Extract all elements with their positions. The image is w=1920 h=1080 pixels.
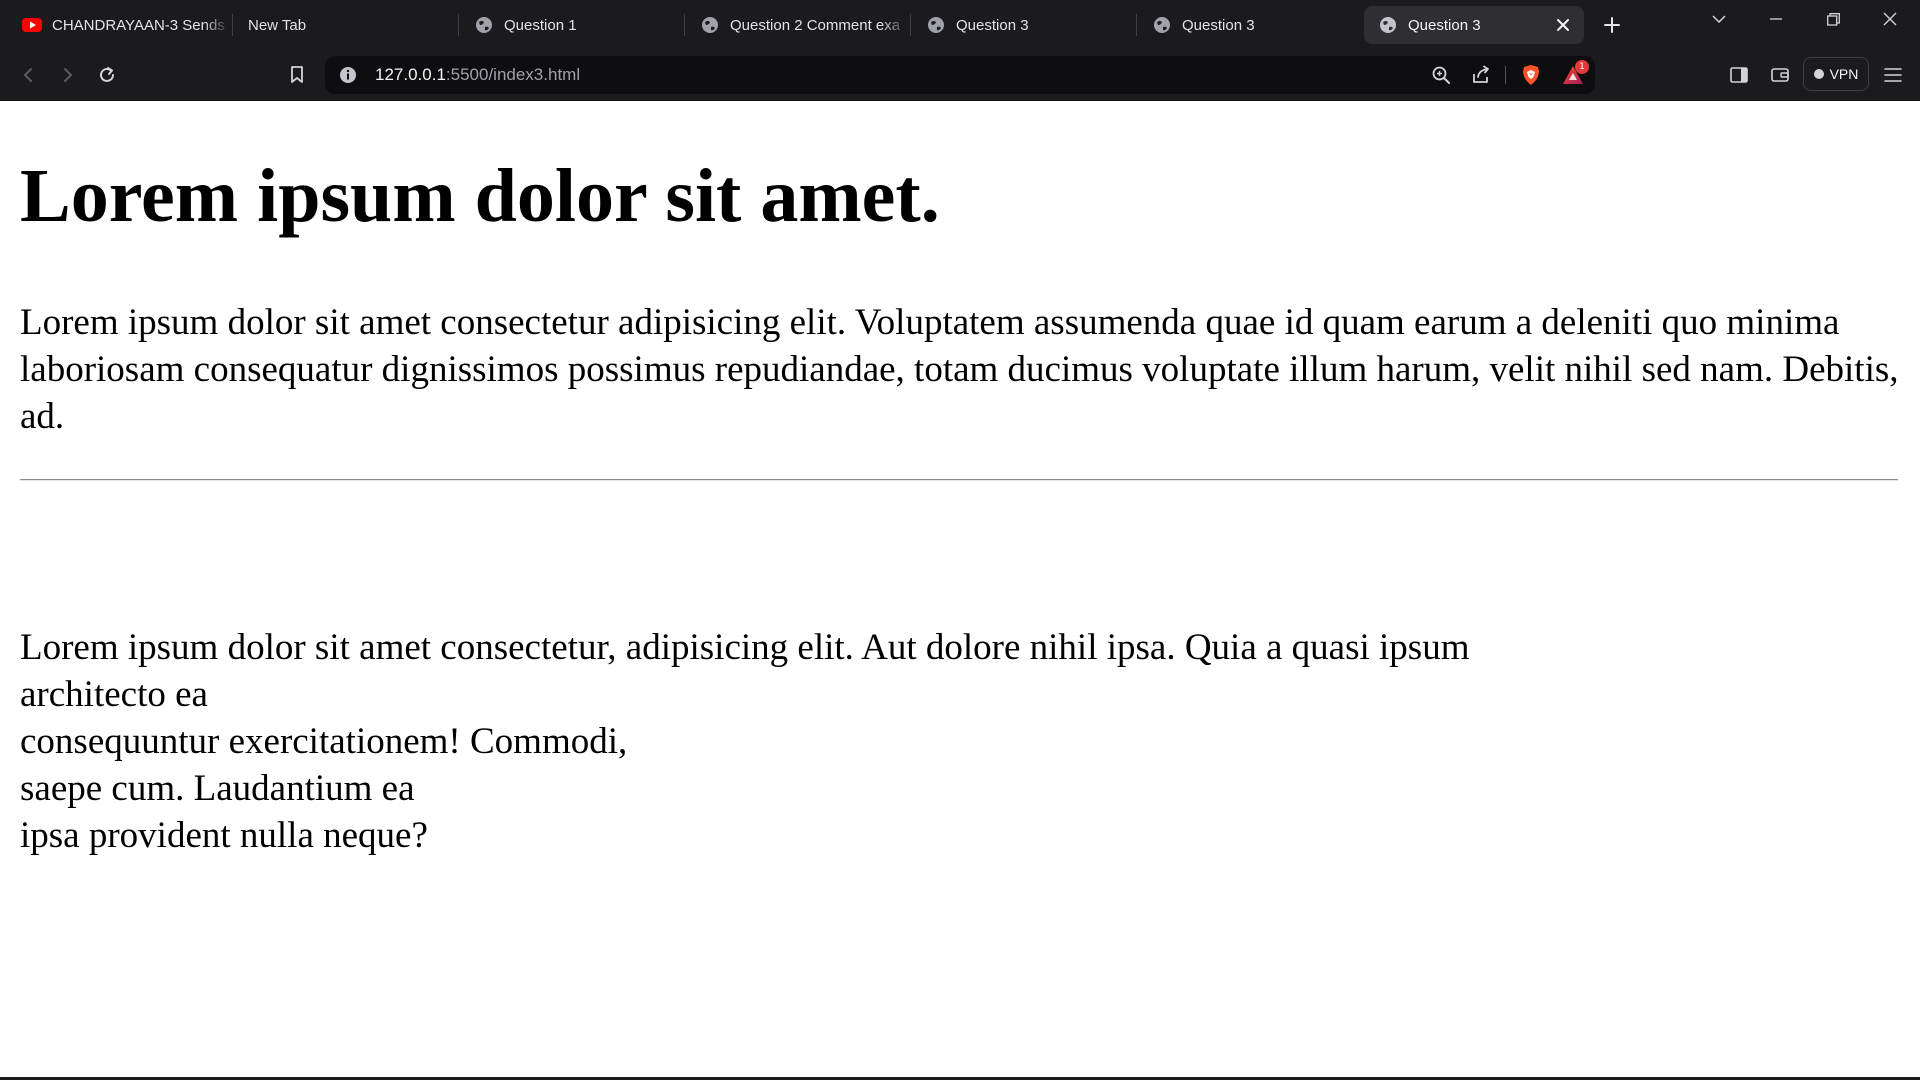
url-path: :5500/index3.html bbox=[445, 65, 581, 84]
close-tab-icon[interactable] bbox=[1552, 14, 1574, 36]
paragraph-1: Lorem ipsum dolor sit amet consectetur a… bbox=[20, 302, 1899, 437]
browser-toolbar: 127.0.0.1:5500/index3.html 1 VPN bbox=[0, 50, 1920, 101]
share-icon[interactable] bbox=[1471, 65, 1491, 85]
tab-separator bbox=[1136, 14, 1137, 36]
menu-icon[interactable] bbox=[1879, 61, 1907, 89]
globe-icon bbox=[1378, 15, 1398, 35]
forward-button[interactable] bbox=[54, 61, 82, 89]
paragraph-2-line: architecto ea bbox=[20, 674, 208, 715]
tab-new-tab[interactable]: New Tab bbox=[234, 6, 456, 44]
vpn-status-icon bbox=[1813, 69, 1824, 79]
tab-title: Question 3 bbox=[956, 16, 1029, 34]
tab-title: Question 3 bbox=[1408, 16, 1481, 34]
sidebar-toggle-icon[interactable] bbox=[1725, 61, 1753, 89]
restore-button[interactable] bbox=[1813, 4, 1853, 34]
paragraph-2: Lorem ipsum dolor sit amet consectetur, … bbox=[20, 624, 1470, 859]
vpn-label: VPN bbox=[1829, 66, 1859, 82]
tab-separator bbox=[458, 14, 459, 36]
tab-title: Question 1 bbox=[504, 16, 577, 34]
site-info-icon[interactable] bbox=[338, 65, 358, 85]
tab-question-2[interactable]: Question 2 Comment exa bbox=[686, 6, 908, 44]
new-tab-button[interactable] bbox=[1598, 11, 1626, 39]
tab-question-3b[interactable]: Question 3 bbox=[1138, 6, 1360, 44]
globe-icon bbox=[926, 15, 946, 35]
tab-question-3-active[interactable]: Question 3 bbox=[1364, 6, 1584, 44]
paragraph-2-line: saepe cum. Laudantium ea bbox=[20, 768, 415, 809]
paragraph-2-line: consequuntur exercitationem! Commodi, bbox=[20, 721, 628, 762]
url-text[interactable]: 127.0.0.1:5500/index3.html bbox=[375, 56, 580, 94]
globe-icon bbox=[474, 15, 494, 35]
tab-search-chevron-button[interactable] bbox=[1699, 4, 1739, 34]
youtube-icon bbox=[22, 15, 42, 35]
reload-button[interactable] bbox=[93, 61, 121, 89]
wallet-icon[interactable] bbox=[1766, 61, 1794, 89]
back-button[interactable] bbox=[14, 61, 42, 89]
page-content: Lorem ipsum dolor sit amet. Lorem ipsum … bbox=[0, 101, 1920, 1078]
page-heading: Lorem ipsum dolor sit amet. bbox=[20, 154, 940, 238]
tab-question-3a[interactable]: Question 3 bbox=[912, 6, 1134, 44]
url-host: 127.0.0.1 bbox=[375, 65, 446, 84]
paragraph-2-line: ipsa provident nulla neque? bbox=[20, 815, 428, 856]
notification-badge: 1 bbox=[1575, 60, 1589, 74]
vpn-button[interactable]: VPN bbox=[1803, 57, 1869, 91]
tab-separator bbox=[232, 14, 233, 36]
paragraph-2-line: Lorem ipsum dolor sit amet consectetur, … bbox=[20, 627, 1470, 668]
brave-rewards-icon[interactable]: 1 bbox=[1562, 60, 1589, 86]
globe-icon bbox=[1152, 15, 1172, 35]
bookmark-icon[interactable] bbox=[283, 61, 311, 89]
browser-window: CHANDRAYAAN-3 Sends New Tab Question 1 Q… bbox=[0, 0, 1920, 1080]
divider bbox=[1505, 66, 1506, 84]
horizontal-rule bbox=[20, 479, 1898, 481]
tab-question-1[interactable]: Question 1 bbox=[460, 6, 682, 44]
tab-title: Question 2 Comment exa bbox=[730, 16, 901, 34]
minimize-button[interactable] bbox=[1756, 4, 1796, 34]
tab-chandrayaan[interactable]: CHANDRAYAAN-3 Sends bbox=[8, 6, 230, 44]
brave-shields-icon[interactable] bbox=[1520, 64, 1542, 86]
globe-icon bbox=[700, 15, 720, 35]
address-bar[interactable]: 127.0.0.1:5500/index3.html 1 bbox=[325, 56, 1595, 94]
tab-strip: CHANDRAYAAN-3 Sends New Tab Question 1 Q… bbox=[0, 0, 1920, 50]
tab-title: CHANDRAYAAN-3 Sends bbox=[52, 16, 225, 34]
close-window-button[interactable] bbox=[1870, 4, 1910, 34]
tab-separator bbox=[684, 14, 685, 36]
tab-title: Question 3 bbox=[1182, 16, 1255, 34]
tab-title: New Tab bbox=[248, 16, 307, 34]
zoom-icon[interactable] bbox=[1431, 65, 1451, 85]
tab-separator bbox=[910, 14, 911, 36]
